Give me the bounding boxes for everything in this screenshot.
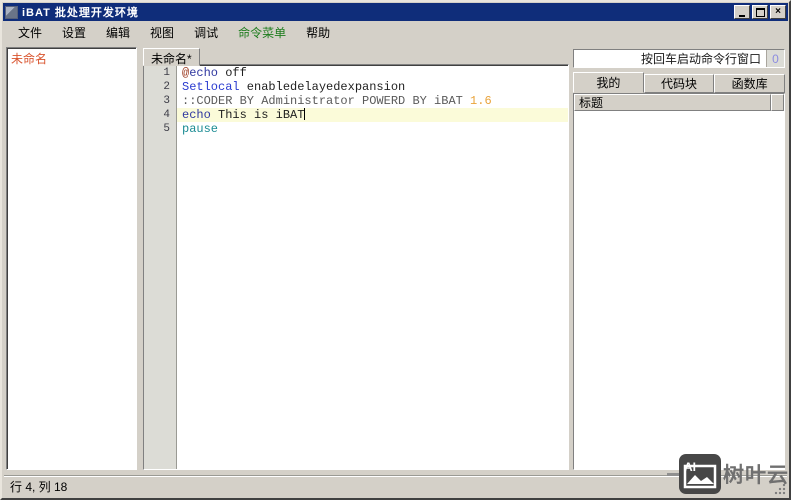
maximize-button[interactable] [752, 5, 768, 19]
file-list-panel[interactable]: 未命名 [6, 47, 137, 470]
code-token: enabledelayedexpansion [240, 80, 406, 94]
code-editor[interactable]: 12345 @echo offSetlocal enabledelayedexp… [143, 64, 569, 470]
text-cursor [304, 108, 305, 120]
menu-item-1[interactable]: 文件 [8, 22, 52, 43]
tab-代码块[interactable]: 代码块 [644, 74, 715, 93]
code-line-4[interactable]: echo This is iBAT [177, 108, 568, 122]
minimize-button[interactable] [734, 5, 750, 19]
close-button[interactable]: × [770, 5, 786, 19]
file-list-item[interactable]: 未命名 [7, 48, 136, 69]
line-number: 4 [144, 108, 176, 122]
listview-header: 标题 [574, 94, 784, 111]
line-number-gutter: 12345 [144, 65, 177, 469]
watermark-line [667, 473, 679, 476]
code-token: Setlocal [182, 80, 240, 94]
command-input-bar[interactable]: 按回车启动命令行窗口 0 [573, 49, 785, 68]
line-number: 5 [144, 122, 176, 136]
app-icon [5, 6, 18, 19]
code-token: off [218, 66, 247, 80]
code-token: This is iBAT [211, 108, 305, 122]
app-window: iBAT 批处理开发环境 × 文件设置编辑视图调试命令菜单帮助 未命名 未命名*… [0, 0, 791, 500]
code-token: echo [182, 108, 211, 122]
command-input[interactable]: 按回车启动命令行窗口 [574, 50, 766, 67]
code-token: echo [189, 66, 218, 80]
code-line-2[interactable]: Setlocal enabledelayedexpansion [177, 80, 568, 94]
watermark: AI 树叶云 [667, 454, 789, 494]
code-line-1[interactable]: @echo off [177, 66, 568, 80]
snippet-listview[interactable]: 标题 [573, 93, 785, 470]
window-title: iBAT 批处理开发环境 [22, 4, 730, 20]
editor-tab-unnamed[interactable]: 未命名* [143, 48, 200, 66]
watermark-ai-icon: AI [679, 454, 721, 494]
cursor-position-label: 行 4, 列 18 [10, 478, 67, 495]
code-token: pause [182, 122, 218, 136]
menu-item-5[interactable]: 调试 [184, 22, 228, 43]
title-bar: iBAT 批处理开发环境 × [3, 3, 788, 21]
menu-item-3[interactable]: 编辑 [96, 22, 140, 43]
menu-item-2[interactable]: 设置 [52, 22, 96, 43]
line-number: 3 [144, 94, 176, 108]
tab-我的[interactable]: 我的 [573, 72, 644, 93]
code-token: 1.6 [470, 94, 492, 108]
menu-item-7[interactable]: 帮助 [296, 22, 340, 43]
code-line-5[interactable]: pause [177, 122, 568, 136]
right-panel: 按回车启动命令行窗口 0 我的代码块函数库 标题 [573, 47, 785, 470]
menu-item-6[interactable]: 命令菜单 [228, 22, 296, 43]
code-token: ::CODER BY Administrator POWERD BY iBAT [182, 94, 470, 108]
line-number: 2 [144, 80, 176, 94]
snippet-tabs: 我的代码块函数库 [573, 74, 785, 93]
close-icon: × [775, 7, 781, 17]
listview-body[interactable] [574, 111, 784, 469]
maximize-icon [756, 8, 765, 17]
watermark-label: 树叶云 [723, 459, 789, 489]
tab-函数库[interactable]: 函数库 [714, 74, 785, 93]
command-counter: 0 [766, 50, 784, 67]
code-area[interactable]: @echo offSetlocal enabledelayedexpansion… [177, 65, 568, 469]
menu-bar: 文件设置编辑视图调试命令菜单帮助 [2, 22, 789, 42]
listview-column-2[interactable] [771, 94, 784, 111]
window-controls: × [734, 5, 786, 19]
menu-item-4[interactable]: 视图 [140, 22, 184, 43]
line-number: 1 [144, 66, 176, 80]
minimize-icon [739, 7, 745, 17]
listview-column-1[interactable]: 标题 [574, 94, 771, 111]
code-line-3[interactable]: ::CODER BY Administrator POWERD BY iBAT … [177, 94, 568, 108]
